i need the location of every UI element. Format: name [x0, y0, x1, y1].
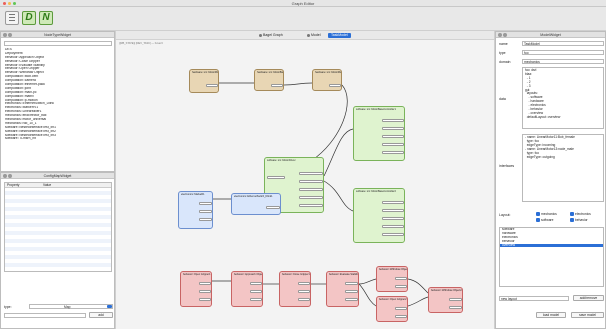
graph-node[interactable]: hardware::src::MotorBase1 — [254, 69, 284, 91]
interface-line: edgeType: outgoing — [525, 154, 555, 159]
graph-node[interactable]: behavior::Close Gripper1 — [279, 271, 311, 307]
type-label: type — [499, 51, 506, 55]
edge — [407, 296, 429, 307]
model-widget-header: ModelWidget — [496, 32, 605, 38]
panel-title: NodeTypeWidget — [44, 33, 71, 37]
config-map-widget: ConfigMapWidget Property Value type: Map… — [0, 172, 115, 329]
property-column-header: Property — [7, 183, 20, 187]
add-key-input[interactable] — [4, 313, 86, 318]
edge — [323, 180, 354, 212]
model-widget: ModelWidget name TaskModel type foo doma… — [495, 31, 606, 329]
node-type-filter[interactable] — [4, 41, 112, 46]
panel-title: ModelWidget — [540, 33, 561, 37]
window-title: Graph Editor — [291, 1, 315, 6]
data-label: data — [499, 97, 506, 101]
node-type-widget: NodeTypeWidget DES Deployment behavior::Ap… — [0, 31, 115, 172]
checkbox-icon — [536, 212, 540, 217]
float-icon[interactable] — [503, 33, 507, 37]
close-icon[interactable] — [498, 33, 502, 37]
d-toolbar-button[interactable]: D — [22, 11, 36, 25]
n-toolbar-button[interactable]: N — [39, 11, 53, 25]
close-icon[interactable] — [3, 174, 7, 178]
edge — [323, 128, 354, 177]
graph-canvas[interactable]: Bagel Graph Model TaskModel [{RB_STATE}]… — [115, 31, 495, 329]
graph-node[interactable]: behavior::Withdraw Object1 — [376, 266, 408, 292]
panel-title: ConfigMapWidget — [43, 174, 72, 178]
domain-field[interactable]: mechanics — [522, 59, 604, 64]
name-field[interactable]: TaskModel — [522, 41, 604, 46]
graph-node[interactable]: behavior::Approach Object1 — [231, 271, 263, 307]
graph-node[interactable]: electronics::MarkeR1 — [178, 191, 213, 229]
layout-list-item[interactable]: overview — [500, 243, 603, 248]
interfaces-textarea[interactable]: - name: LinearMotor11:Bob_female type: f… — [522, 134, 604, 202]
graph-node[interactable]: behavior::Open Gripper1 — [180, 271, 212, 307]
list-item[interactable]: software::TLmkrn_int — [3, 137, 113, 141]
checkbox-icon — [570, 212, 574, 217]
add-button[interactable]: add — [89, 312, 113, 318]
config-map-header: ConfigMapWidget — [1, 173, 114, 179]
edge — [407, 278, 429, 294]
float-icon[interactable] — [8, 33, 12, 37]
graph-node[interactable]: behavior::Withdraw Object2 — [428, 287, 463, 313]
checkbox-icon — [536, 218, 540, 223]
edge — [358, 283, 377, 307]
menu-icon — [9, 14, 15, 15]
node-type-header: NodeTypeWidget — [1, 32, 114, 38]
edge — [283, 82, 313, 86]
add-remove-button[interactable]: add/remove — [573, 295, 604, 301]
layout-list[interactable]: software hardware electronics behavior overv… — [499, 227, 604, 287]
title-bar: Graph Editor — [0, 0, 606, 7]
graph-node[interactable]: hardware::src::MotorM1 — [189, 69, 219, 93]
interfaces-label: interfaces — [499, 164, 515, 168]
domain-label: domain — [499, 60, 511, 64]
type-field[interactable]: foo — [522, 50, 604, 55]
float-icon[interactable] — [8, 174, 12, 178]
chevron-down-icon — [107, 305, 112, 308]
software-checkbox[interactable]: software — [536, 218, 553, 223]
graph-node[interactable]: behavior::Open Gripper2 — [376, 296, 408, 322]
new-layout-input[interactable]: new layout — [499, 296, 569, 301]
close-icon[interactable] — [3, 33, 7, 37]
config-table[interactable]: Property Value — [4, 182, 112, 272]
type-label: type: — [4, 305, 12, 309]
node-type-list: DES Deployment behavior::Approach Object be… — [3, 48, 113, 171]
graph-node[interactable]: software::src::MotorBaseController1 — [353, 106, 405, 161]
edge — [310, 84, 348, 162]
graph-node[interactable]: software::src::MotorBaseController2 — [353, 188, 405, 243]
value-column-header: Value — [43, 183, 52, 187]
electronics-checkbox[interactable]: electronics — [570, 212, 591, 217]
data-line: defaultLayout: overview — [525, 114, 561, 119]
type-select[interactable]: Map — [29, 304, 113, 309]
name-label: name — [499, 42, 508, 46]
mechanics-checkbox[interactable]: mechanics — [536, 212, 557, 217]
checkbox-icon — [570, 218, 574, 223]
save-model-button[interactable]: save model — [571, 312, 604, 318]
menu-button[interactable] — [5, 11, 19, 25]
graph-node[interactable]: electronics::EthernetSwitch_Dlink1 — [231, 193, 281, 215]
graph-node[interactable]: hardware::src::MotorM2 — [312, 69, 342, 91]
layout-label: Layout: — [499, 213, 511, 217]
edge — [358, 278, 377, 285]
data-textarea[interactable]: foo: dsrl blaa: - 1 - 2 - 3 gui: layouts: … — [522, 67, 604, 129]
load-model-button[interactable]: load model — [536, 312, 566, 318]
toolbar: D N — [0, 7, 606, 31]
graph-node[interactable]: behavior::Evaluate Stability1 — [326, 271, 359, 307]
behavior-checkbox[interactable]: behavior — [570, 218, 588, 223]
